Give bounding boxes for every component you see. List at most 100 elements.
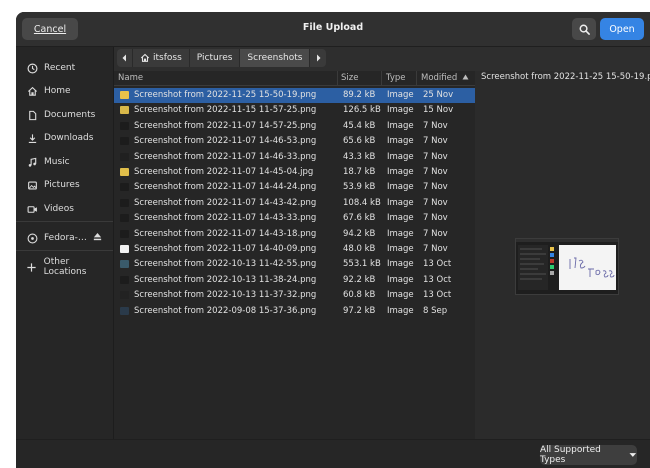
file-name: Screenshot from 2022-11-07 14-45-04.jpg — [134, 167, 314, 177]
sidebar-item-drive[interactable]: Fedora-… — [16, 228, 113, 248]
file-row[interactable]: Screenshot from 2022-10-13 11-38-24.png 9… — [114, 273, 475, 288]
file-type: Image — [387, 167, 414, 177]
sidebar-divider — [16, 250, 113, 251]
image-file-icon — [120, 183, 129, 192]
sidebar-item-videos[interactable]: Videos — [16, 199, 113, 219]
file-modified: 7 Nov — [423, 197, 448, 208]
column-size-header[interactable]: Size — [341, 73, 358, 83]
sidebar-item-home[interactable]: Home — [16, 81, 113, 101]
image-file-icon — [120, 137, 129, 146]
file-row[interactable]: Screenshot from 2022-10-13 11-42-55.png 5… — [114, 257, 475, 272]
column-header-row: Name Size Type Modified — [114, 71, 475, 86]
file-name: Screenshot from 2022-11-07 14-43-33.png — [134, 213, 317, 224]
file-row[interactable]: Screenshot from 2022-11-07 14-43-42.png 1… — [114, 196, 475, 211]
path-segment-home[interactable]: itsfoss — [133, 49, 190, 67]
file-type: Image — [387, 197, 414, 208]
file-row[interactable]: Screenshot from 2022-09-08 15-37-36.png 9… — [114, 304, 475, 319]
file-row[interactable]: Screenshot from 2022-11-07 14-43-18.png 9… — [114, 227, 475, 242]
file-modified: 7 Nov — [423, 228, 448, 239]
file-name: Screenshot from 2022-11-07 14-46-33.png — [134, 151, 317, 162]
places-sidebar: Recent Home Documents Downloads Music Pi… — [16, 47, 114, 468]
music-icon — [25, 157, 39, 168]
file-modified: 7 Nov — [423, 151, 448, 162]
image-file-icon — [120, 152, 129, 161]
file-row[interactable]: Screenshot from 2022-11-07 14-43-33.png 6… — [114, 211, 475, 226]
search-button[interactable] — [572, 18, 596, 40]
sidebar-item-label: Home — [44, 86, 71, 96]
image-file-icon — [120, 229, 129, 238]
path-bar: itsfoss Pictures Screenshots — [117, 49, 327, 67]
chevron-left-icon — [122, 54, 126, 62]
path-back-button[interactable] — [117, 49, 133, 67]
sidebar-item-label: Music — [44, 157, 70, 167]
image-file-icon — [120, 306, 129, 315]
eject-icon[interactable] — [92, 231, 103, 245]
column-type-header[interactable]: Type — [386, 73, 406, 83]
sidebar-item-label: Videos — [44, 204, 74, 214]
sidebar-item-other-locations[interactable]: Other Locations — [16, 257, 113, 277]
image-file-icon — [120, 121, 129, 130]
bottom-bar: All Supported Types — [16, 439, 650, 468]
header-bar: Cancel File Upload Open — [16, 12, 650, 47]
file-row[interactable]: Screenshot from 2022-11-07 14-57-25.png 4… — [114, 119, 475, 134]
file-name: Screenshot from 2022-10-13 11-38-24.png — [134, 274, 317, 285]
sidebar-item-downloads[interactable]: Downloads — [16, 128, 113, 148]
file-type-filter-label: All Supported Types — [540, 445, 601, 465]
file-row[interactable]: Screenshot from 2022-11-25 15-50-19.png 8… — [114, 88, 475, 104]
file-modified: 15 Nov — [423, 105, 454, 116]
file-name: Screenshot from 2022-10-13 11-37-32.png — [134, 290, 317, 301]
file-size: 53.9 kB — [343, 182, 376, 193]
file-row[interactable]: Screenshot from 2022-11-07 14-45-04.jpg 1… — [114, 165, 475, 180]
file-type: Image — [387, 290, 414, 301]
chevron-down-icon — [629, 453, 637, 457]
column-name-header[interactable]: Name — [118, 73, 143, 83]
file-modified: 7 Nov — [423, 120, 448, 131]
file-row[interactable]: Screenshot from 2022-11-07 14-46-33.png 4… — [114, 150, 475, 165]
sidebar-item-music[interactable]: Music — [16, 152, 113, 172]
document-icon — [25, 110, 39, 121]
file-type-filter-dropdown[interactable]: All Supported Types — [540, 445, 637, 465]
file-modified: 7 Nov — [423, 213, 448, 224]
file-upload-dialog: Cancel File Upload Open Recent Home Docu… — [16, 12, 650, 468]
sidebar-item-label: Downloads — [44, 133, 94, 143]
image-file-icon — [120, 91, 129, 99]
image-file-icon — [120, 291, 129, 300]
path-segment-label: Screenshots — [247, 53, 303, 63]
path-segment-pictures[interactable]: Pictures — [189, 49, 241, 67]
file-size: 67.6 kB — [343, 213, 376, 224]
chevron-right-icon — [316, 54, 321, 62]
sidebar-item-documents[interactable]: Documents — [16, 105, 113, 125]
image-file-icon — [120, 275, 129, 284]
file-size: 89.2 kB — [343, 90, 376, 100]
file-type: Image — [387, 182, 414, 193]
sidebar-item-label: Pictures — [44, 180, 80, 190]
file-size: 97.2 kB — [343, 305, 376, 316]
file-name: Screenshot from 2022-11-07 14-44-24.png — [134, 182, 317, 193]
file-type: Image — [387, 259, 414, 270]
preview-thumbnail — [515, 238, 619, 295]
clock-icon — [25, 63, 39, 74]
file-row[interactable]: Screenshot from 2022-11-07 14-40-09.png 4… — [114, 242, 475, 257]
image-file-icon — [120, 214, 129, 223]
sidebar-item-label: Documents — [44, 110, 96, 120]
open-button[interactable]: Open — [600, 18, 644, 40]
search-icon — [579, 24, 590, 35]
file-modified: 8 Sep — [423, 305, 448, 316]
path-forward-button[interactable] — [310, 49, 327, 67]
pictures-icon — [25, 180, 39, 191]
path-segment-label: itsfoss — [153, 53, 182, 63]
file-name: Screenshot from 2022-10-13 11-42-55.png — [134, 259, 317, 270]
file-list: Name Size Type Modified Screenshot from … — [114, 71, 475, 439]
column-divider — [416, 71, 417, 85]
file-row[interactable]: Screenshot from 2022-10-13 11-37-32.png 6… — [114, 288, 475, 303]
file-row[interactable]: Screenshot from 2022-11-07 14-46-53.png 6… — [114, 134, 475, 149]
file-row[interactable]: Screenshot from 2022-11-15 11-57-25.png 1… — [114, 103, 475, 118]
file-name: Screenshot from 2022-11-07 14-57-25.png — [134, 120, 317, 131]
sidebar-item-pictures[interactable]: Pictures — [16, 175, 113, 195]
file-row[interactable]: Screenshot from 2022-11-07 14-44-24.png 5… — [114, 180, 475, 195]
column-modified-header[interactable]: Modified — [421, 73, 469, 83]
file-modified: 13 Oct — [423, 259, 452, 270]
sidebar-item-recent[interactable]: Recent — [16, 58, 113, 78]
path-segment-screenshots[interactable]: Screenshots — [240, 49, 311, 67]
preview-filename: Screenshot from 2022-11-25 15-50-19.png — [481, 72, 650, 82]
